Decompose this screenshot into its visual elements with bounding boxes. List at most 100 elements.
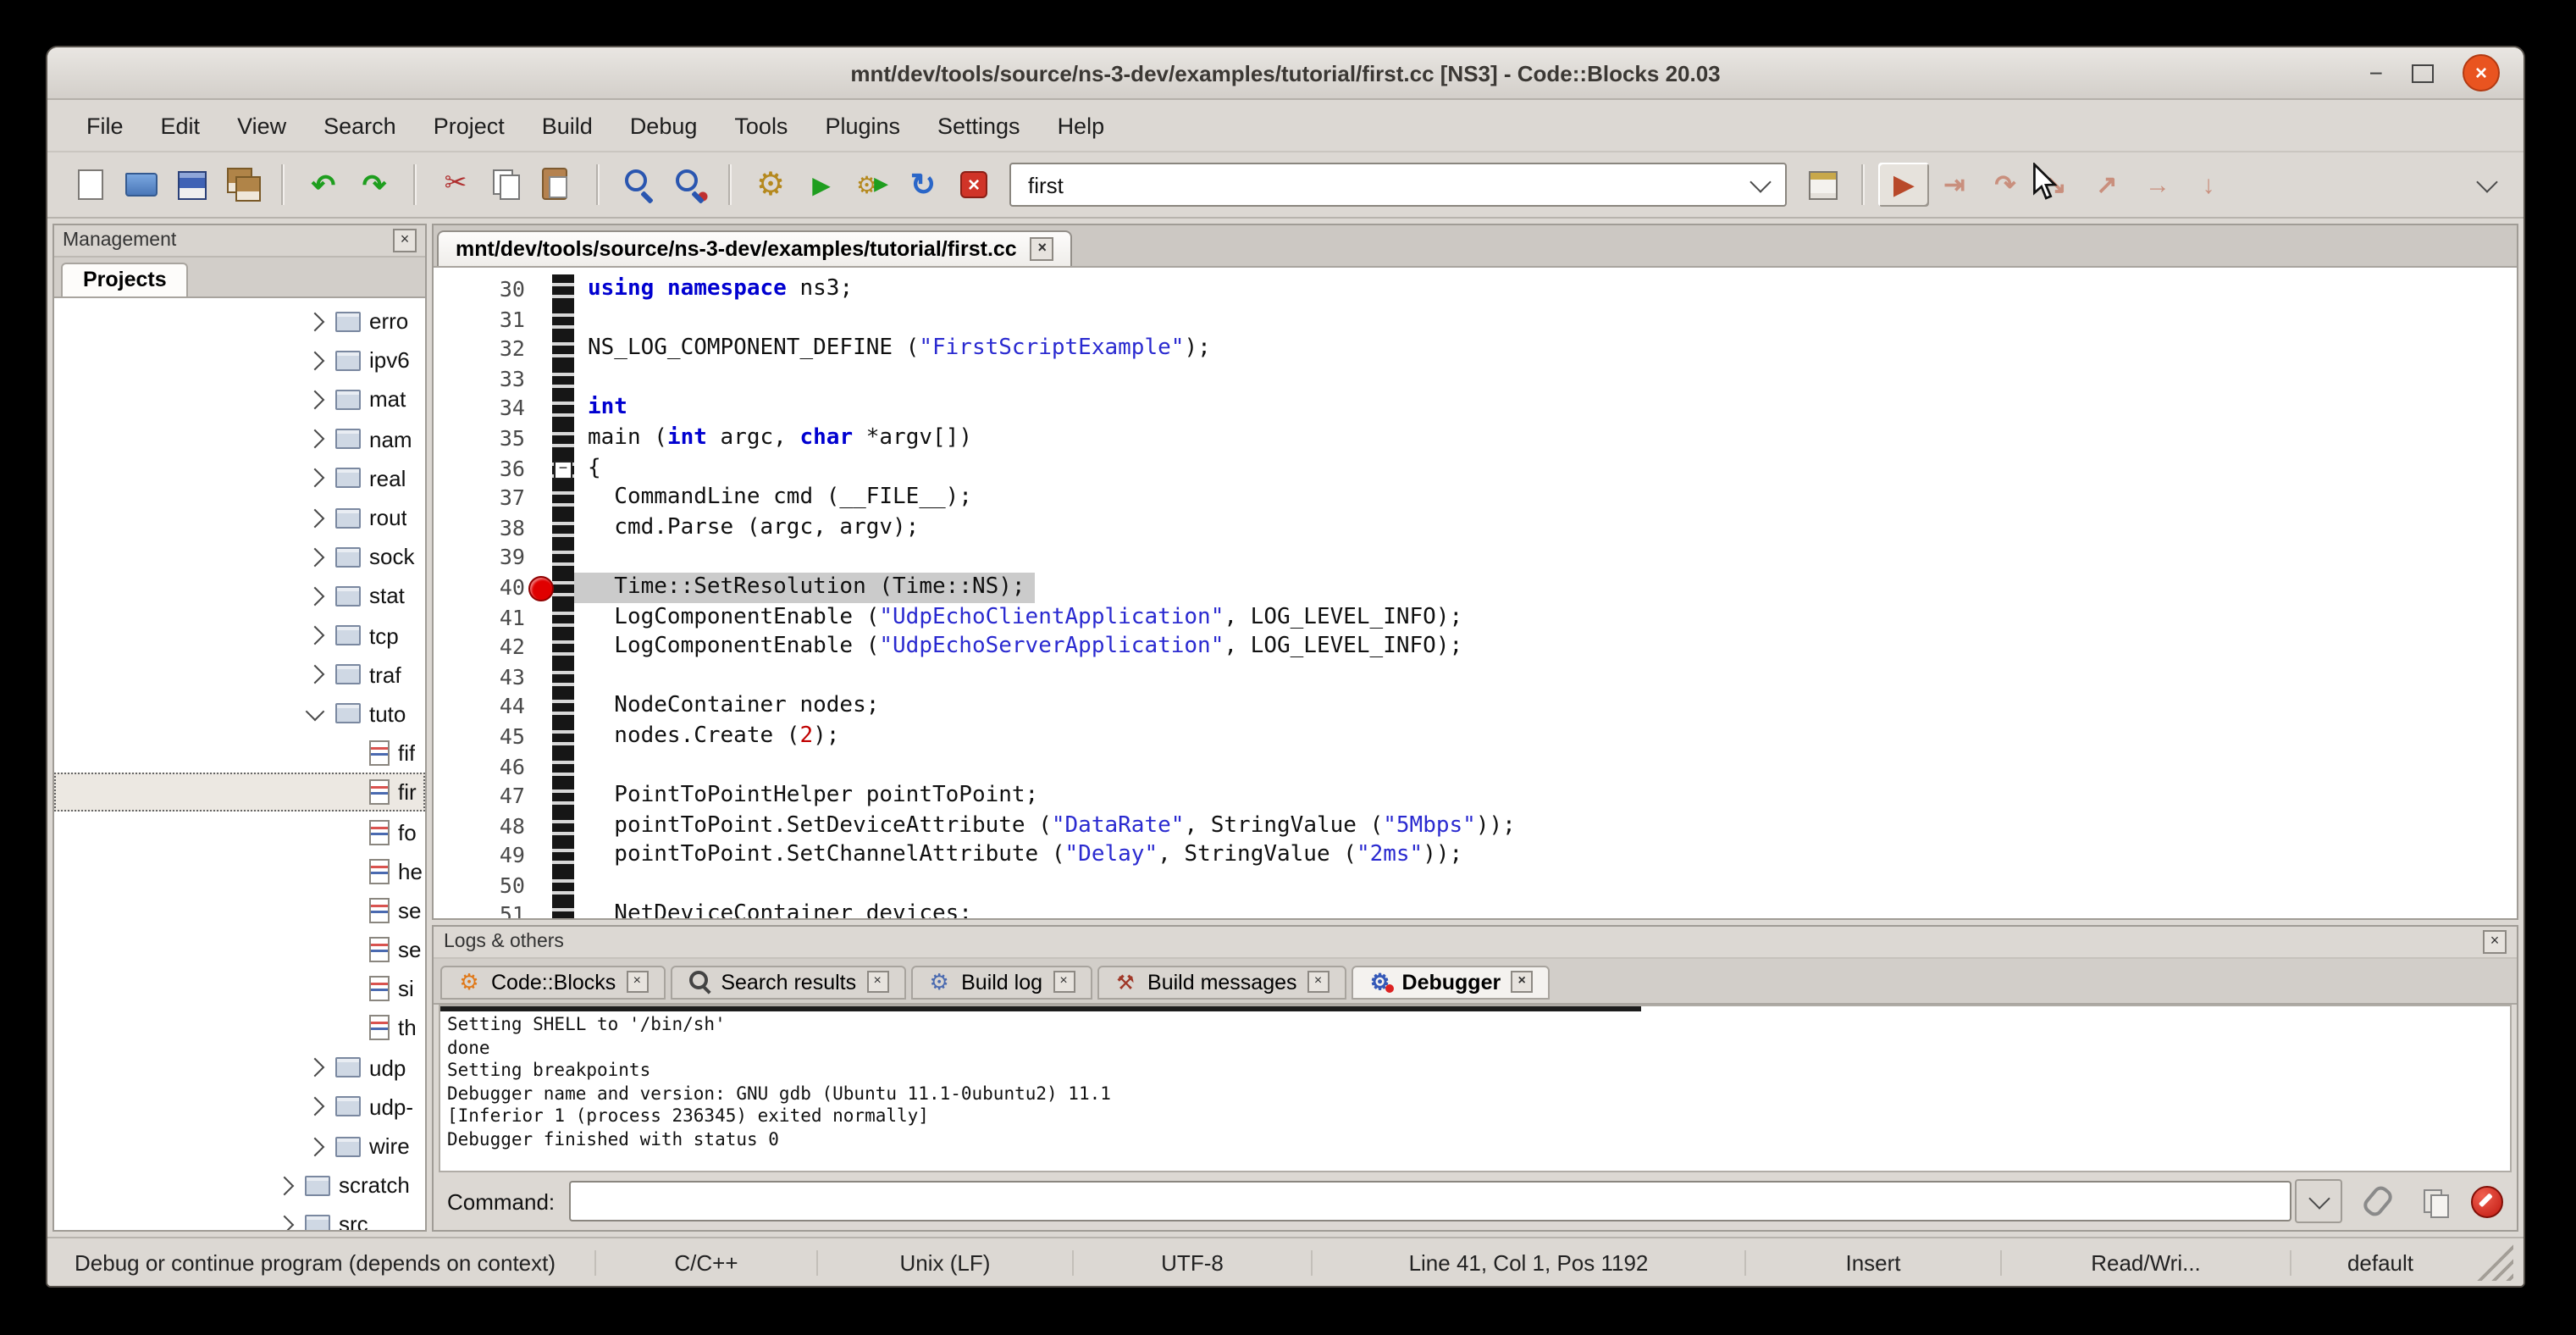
redo-icon[interactable]	[349, 163, 400, 207]
menu-view[interactable]: View	[218, 106, 305, 145]
tree-item-udp[interactable]: udp	[54, 1048, 425, 1087]
chevron-down-icon[interactable]	[1750, 170, 1771, 191]
chevron-right-icon[interactable]	[306, 626, 325, 645]
find-icon[interactable]	[613, 163, 664, 207]
minimize-button[interactable]: −	[2369, 64, 2383, 81]
chevron-right-icon[interactable]	[275, 1176, 295, 1195]
tree-item-scratch[interactable]: scratch	[54, 1166, 425, 1205]
menu-file[interactable]: File	[68, 106, 142, 145]
tree-item-rout[interactable]: rout	[54, 498, 425, 537]
stop-debugger-icon[interactable]	[2471, 1185, 2503, 1217]
rebuild-icon[interactable]	[898, 163, 948, 207]
tree-item-fo[interactable]: fo	[54, 812, 425, 851]
chevron-right-icon[interactable]	[306, 391, 325, 410]
chevron-right-icon[interactable]	[306, 1058, 325, 1077]
tree-item-traf[interactable]: traf	[54, 655, 425, 694]
breakpoint-margin[interactable]	[552, 632, 574, 662]
projects-tree[interactable]: erroipv6matnamrealroutsockstattcptraftut…	[54, 298, 425, 1230]
next-line-icon[interactable]	[1980, 163, 2031, 207]
tree-item-se[interactable]: se	[54, 930, 425, 969]
chevron-right-icon[interactable]	[306, 586, 325, 606]
breakpoint-margin[interactable]	[552, 722, 574, 751]
chevron-right-icon[interactable]	[306, 1097, 325, 1116]
breakpoint-margin[interactable]	[552, 781, 574, 811]
attach-icon[interactable]	[2356, 1183, 2400, 1220]
copy-icon[interactable]	[481, 163, 532, 207]
build-icon[interactable]	[745, 163, 796, 207]
code-view[interactable]: 30using namespace ns3;3132NS_LOG_COMPONE…	[434, 268, 2517, 918]
breakpoint-margin[interactable]	[552, 811, 574, 840]
save-icon[interactable]	[166, 163, 217, 207]
tree-item-udp[interactable]: udp-	[54, 1088, 425, 1127]
chevron-right-icon[interactable]	[306, 547, 325, 567]
tree-item-se[interactable]: se	[54, 891, 425, 930]
open-icon[interactable]	[115, 163, 166, 207]
cut-icon[interactable]	[430, 163, 481, 207]
chevron-right-icon[interactable]	[306, 429, 325, 449]
tree-item-sock[interactable]: sock	[54, 537, 425, 576]
breakpoint-margin[interactable]	[552, 900, 574, 918]
chevron-right-icon[interactable]	[275, 1215, 295, 1230]
breakpoint-margin[interactable]	[552, 424, 574, 453]
tree-item-mat[interactable]: mat	[54, 380, 425, 419]
menu-project[interactable]: Project	[415, 106, 523, 145]
titlebar[interactable]: mnt/dev/tools/source/ns-3-dev/examples/t…	[47, 47, 2523, 100]
fold-marker-icon[interactable]: −	[554, 460, 572, 479]
breakpoint-margin[interactable]	[552, 543, 574, 573]
save-all-icon[interactable]	[217, 163, 268, 207]
chevron-right-icon[interactable]	[306, 468, 325, 488]
menu-debug[interactable]: Debug	[611, 106, 716, 145]
chevron-right-icon[interactable]	[306, 665, 325, 684]
command-dropdown-button[interactable]	[2295, 1179, 2342, 1223]
tree-item-si[interactable]: si	[54, 969, 425, 1008]
logs-tab-build-messages[interactable]: Build messages	[1097, 965, 1346, 999]
breakpoint-margin[interactable]	[552, 364, 574, 394]
tree-item-src[interactable]: src	[54, 1205, 425, 1230]
chevron-right-icon[interactable]	[306, 312, 325, 331]
tree-item-th[interactable]: th	[54, 1009, 425, 1048]
menu-tools[interactable]: Tools	[716, 106, 806, 145]
tree-item-tcp[interactable]: tcp	[54, 616, 425, 655]
logs-tab-search-results[interactable]: Search results	[670, 965, 905, 999]
close-tab-icon[interactable]	[866, 971, 888, 993]
abort-build-icon[interactable]	[948, 163, 999, 207]
new-file-icon[interactable]	[64, 163, 115, 207]
breakpoint-margin[interactable]	[552, 692, 574, 722]
build-and-run-icon[interactable]	[847, 163, 898, 207]
tab-projects[interactable]: Projects	[61, 263, 189, 296]
menu-search[interactable]: Search	[305, 106, 415, 145]
next-instruction-icon[interactable]	[2132, 163, 2183, 207]
logs-tab-code-blocks[interactable]: Code::Blocks	[440, 965, 665, 999]
close-tab-icon[interactable]	[1053, 971, 1075, 993]
breakpoint-margin[interactable]	[552, 602, 574, 632]
tree-item-he[interactable]: he	[54, 851, 425, 890]
debugger-output[interactable]: Setting SHELL to '/bin/sh'doneSetting br…	[439, 1005, 2512, 1172]
debug-continue-icon[interactable]	[1878, 163, 1929, 207]
maximize-button[interactable]	[2412, 64, 2434, 82]
tree-item-fir[interactable]: fir	[54, 773, 425, 812]
paste-icon[interactable]	[532, 163, 583, 207]
chevron-right-icon[interactable]	[306, 351, 325, 370]
run-to-cursor-icon[interactable]	[1929, 163, 1980, 207]
menu-build[interactable]: Build	[523, 106, 611, 145]
close-button[interactable]: ×	[2463, 54, 2500, 91]
select-target-icon[interactable]	[1797, 163, 1848, 207]
logs-close-icon[interactable]	[2483, 930, 2507, 954]
menu-plugins[interactable]: Plugins	[806, 106, 919, 145]
logs-tab-debugger[interactable]: Debugger	[1352, 965, 1551, 999]
breakpoint-margin[interactable]	[552, 334, 574, 363]
breakpoint-margin[interactable]	[552, 304, 574, 334]
menu-help[interactable]: Help	[1039, 106, 1124, 145]
tree-item-ipv6[interactable]: ipv6	[54, 341, 425, 379]
breakpoint-margin[interactable]	[552, 841, 574, 871]
breakpoint-margin[interactable]	[552, 573, 574, 602]
tree-item-tuto[interactable]: tuto	[54, 695, 425, 734]
run-icon[interactable]	[796, 163, 847, 207]
management-close-icon[interactable]	[393, 229, 417, 252]
replace-icon[interactable]	[664, 163, 715, 207]
tree-item-wire[interactable]: wire	[54, 1127, 425, 1166]
close-tab-icon[interactable]	[1511, 971, 1533, 993]
breakpoint-margin[interactable]	[552, 274, 574, 304]
breakpoint-margin[interactable]	[552, 483, 574, 512]
menu-settings[interactable]: Settings	[919, 106, 1039, 145]
